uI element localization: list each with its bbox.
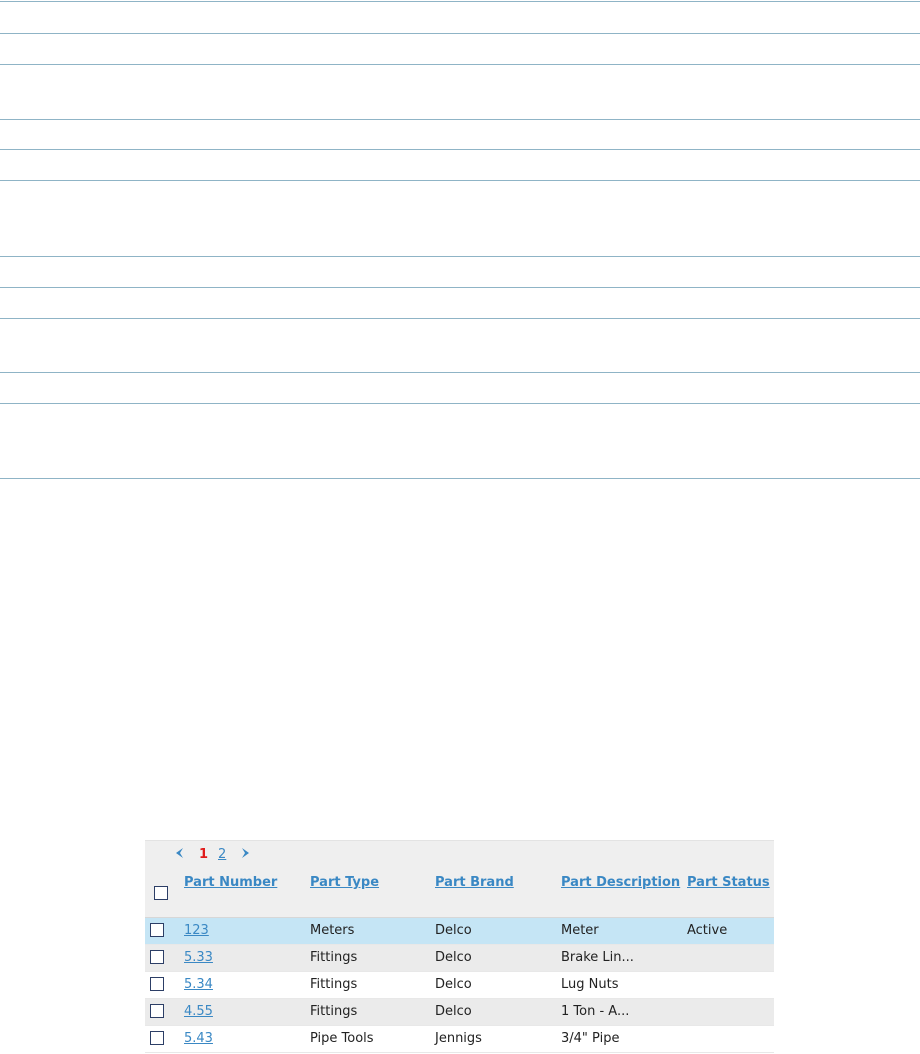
part-brand-cell: Jennigs	[435, 1031, 482, 1046]
divider-line	[0, 33, 920, 34]
row-checkbox[interactable]	[150, 923, 164, 937]
part-description-cell: Lug Nuts	[561, 977, 619, 992]
column-header-part-description[interactable]: Part Description	[561, 875, 680, 891]
row-checkbox[interactable]	[150, 1031, 164, 1045]
part-description-cell: Meter	[561, 923, 599, 938]
part-type-cell: Pipe Tools	[310, 1031, 374, 1046]
table-row[interactable]: 5.34 Fittings Delco Lug Nuts	[145, 972, 774, 999]
divider-line	[0, 119, 920, 120]
part-description-cell: Brake Lin...	[561, 950, 634, 965]
row-checkbox[interactable]	[150, 950, 164, 964]
part-number-link[interactable]: 5.43	[184, 1031, 213, 1047]
divider-line	[0, 256, 920, 257]
table-row[interactable]: 123 Meters Delco Meter Active	[145, 918, 774, 945]
column-header-part-brand[interactable]: Part Brand	[435, 875, 514, 891]
part-number-link[interactable]: 5.33	[184, 950, 213, 966]
part-type-cell: Fittings	[310, 977, 358, 992]
part-brand-cell: Delco	[435, 950, 472, 965]
divider-line	[0, 149, 920, 150]
row-checkbox[interactable]	[150, 1004, 164, 1018]
select-all-checkbox[interactable]	[154, 886, 168, 900]
divider-line	[0, 478, 920, 479]
divider-line	[0, 287, 920, 288]
part-status-cell: Active	[687, 923, 728, 938]
part-brand-cell: Delco	[435, 1004, 472, 1019]
divider-line	[0, 372, 920, 373]
chevron-left-icon[interactable]	[174, 847, 184, 859]
part-number-link[interactable]: 123	[184, 923, 209, 939]
part-description-cell: 1 Ton - A...	[561, 1004, 630, 1019]
page-link[interactable]: 2	[218, 847, 226, 863]
divider-line	[0, 180, 920, 181]
column-header-part-status[interactable]: Part Status	[687, 875, 770, 891]
divider-line	[0, 318, 920, 319]
table-row[interactable]: 4.55 Fittings Delco 1 Ton - A...	[145, 999, 774, 1026]
part-number-link[interactable]: 5.34	[184, 977, 213, 993]
column-header-part-type[interactable]: Part Type	[310, 875, 379, 891]
table-body: 123 Meters Delco Meter Active 5.33 Fitti…	[145, 918, 774, 1053]
part-brand-cell: Delco	[435, 977, 472, 992]
row-checkbox[interactable]	[150, 977, 164, 991]
chevron-right-icon[interactable]	[241, 847, 251, 859]
divider-line	[0, 64, 920, 65]
table-row[interactable]: 5.43 Pipe Tools Jennigs 3/4" Pipe	[145, 1026, 774, 1053]
part-type-cell: Meters	[310, 923, 355, 938]
part-type-cell: Fittings	[310, 1004, 358, 1019]
part-description-cell: 3/4" Pipe	[561, 1031, 620, 1046]
part-type-cell: Fittings	[310, 950, 358, 965]
current-page: 1	[199, 847, 209, 862]
column-header-part-number[interactable]: Part Number	[184, 875, 277, 891]
divider-line	[0, 1, 920, 2]
parts-grid: 1 2 Part Number Part Type Part Brand Par…	[145, 840, 774, 1053]
divider-line	[0, 403, 920, 404]
part-number-link[interactable]: 4.55	[184, 1004, 213, 1020]
table-header: Part Number Part Type Part Brand Part De…	[145, 868, 774, 918]
table-row[interactable]: 5.33 Fittings Delco Brake Lin...	[145, 945, 774, 972]
pager: 1 2	[145, 840, 774, 869]
part-brand-cell: Delco	[435, 923, 472, 938]
